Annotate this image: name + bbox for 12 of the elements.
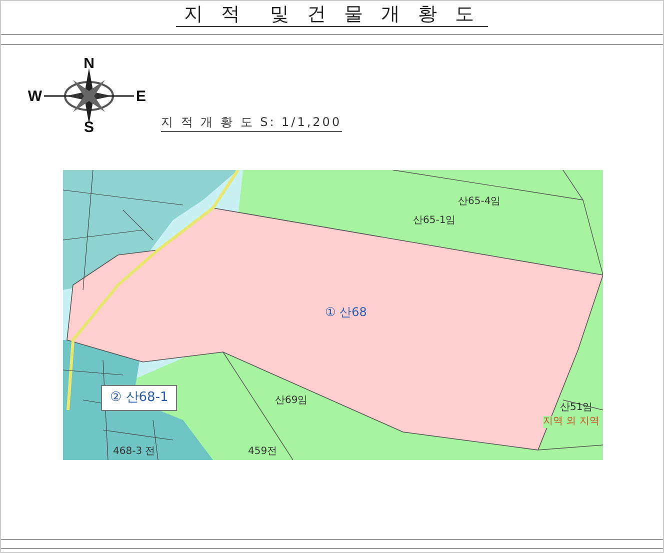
parcel-label: 459전: [248, 446, 278, 458]
parcel-label: ② 산68-1: [101, 385, 178, 411]
parcel-label: ① 산68: [325, 306, 367, 318]
parcel-label: 468-3 전: [113, 446, 156, 458]
compass-rose-drawing: N E S W: [26, 58, 151, 133]
parcel-label: 산65-4임: [458, 196, 501, 208]
scale-caption: 지 적 개 황 도 S: 1/1,200: [161, 113, 342, 132]
parcel-label: 산65-1임: [413, 215, 456, 227]
parcel-label: 지역 외 지역: [543, 416, 600, 428]
page-title: 지 적 및 건 물 개 황 도: [176, 2, 488, 27]
parcel-label: 산51임: [560, 402, 593, 414]
parcel-label: 산69임: [275, 395, 308, 407]
